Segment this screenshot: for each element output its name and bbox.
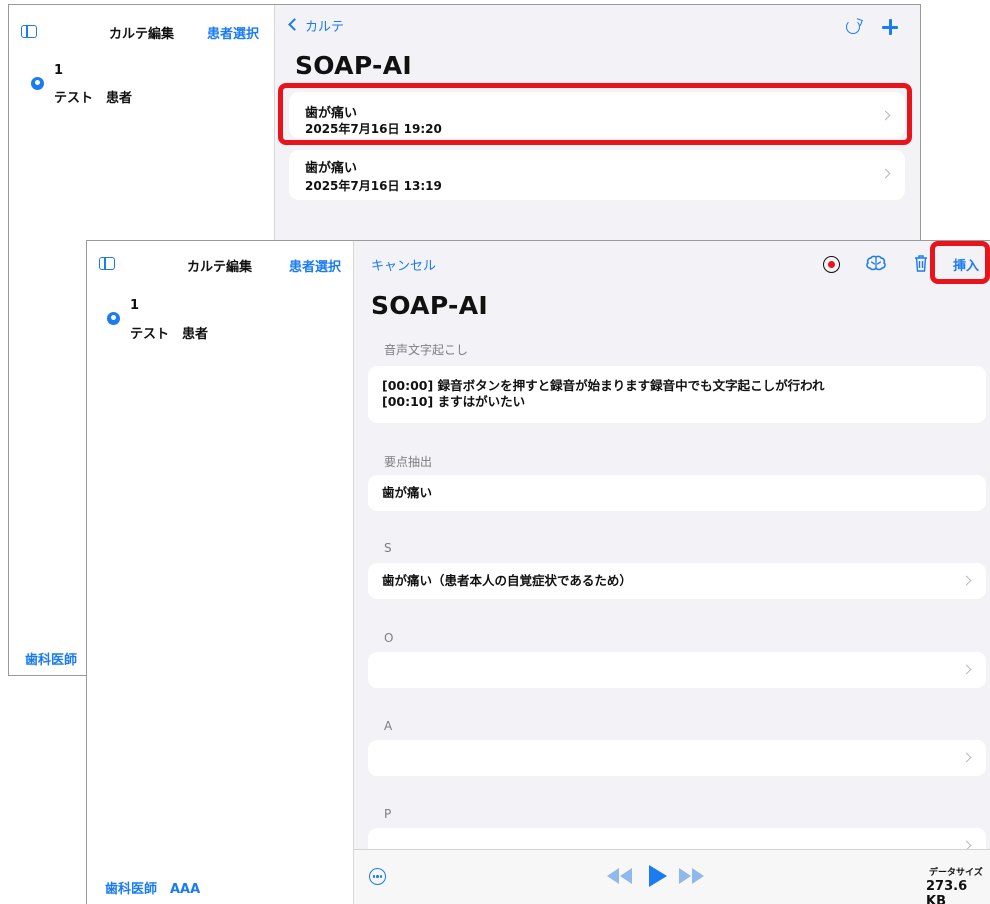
sidebar-title: カルテ編集 bbox=[187, 260, 253, 275]
playback-toolbar: データサイズ 273.6 KB bbox=[354, 849, 990, 904]
transcript-line: [00:00] 録音ボタンを押すと録音が始まります録音中でも文字起こしが行われ bbox=[382, 378, 825, 393]
chevron-right-icon bbox=[961, 575, 972, 586]
summary-field[interactable]: 歯が痛い bbox=[368, 475, 986, 511]
sidebar-title: カルテ編集 bbox=[109, 27, 175, 42]
front-main: キャンセル 挿入 SOAP-AI 音声文字起こし [00:00] 録音ボタンを押… bbox=[354, 241, 990, 904]
a-field[interactable] bbox=[368, 740, 986, 776]
sidebar-footer-doctor[interactable]: 歯科医師 bbox=[25, 649, 77, 668]
patient-name: テスト 患者 bbox=[54, 91, 133, 106]
data-size-label: データサイズ bbox=[929, 868, 983, 878]
chevron-right-icon bbox=[961, 752, 972, 763]
patient-select-button[interactable]: 患者選択 bbox=[207, 23, 259, 42]
a-label: A bbox=[384, 719, 393, 733]
record-title: 歯が痛い bbox=[305, 161, 358, 176]
page-title: SOAP-AI bbox=[371, 291, 488, 320]
highlight-insert-button bbox=[930, 241, 990, 284]
more-icon[interactable] bbox=[369, 868, 386, 885]
data-size-value: 273.6 KB bbox=[926, 879, 968, 904]
front-sidebar: カルテ編集 患者選択 1 テスト 患者 歯科医師 AAA bbox=[87, 241, 354, 904]
back-button[interactable]: カルテ bbox=[305, 16, 344, 35]
rewind-icon[interactable] bbox=[604, 868, 634, 884]
play-icon[interactable] bbox=[649, 865, 667, 887]
transcript-field[interactable]: [00:00] 録音ボタンを押すと録音が始まります録音中でも文字起こしが行われ … bbox=[368, 366, 986, 423]
sidebar-footer-doctor[interactable]: 歯科医師 AAA bbox=[105, 878, 200, 897]
s-value: 歯が痛い（患者本人の自覚症状であるため） bbox=[382, 573, 632, 588]
front-window: カルテ編集 患者選択 1 テスト 患者 歯科医師 AAA キャンセル 挿入 SO… bbox=[86, 240, 990, 904]
summary-label: 要点抽出 bbox=[384, 455, 433, 469]
cancel-button[interactable]: キャンセル bbox=[371, 255, 436, 274]
chevron-right-icon bbox=[880, 168, 891, 179]
o-label: O bbox=[384, 631, 394, 645]
patient-name: テスト 患者 bbox=[130, 327, 209, 342]
back-chevron-icon[interactable] bbox=[288, 18, 301, 31]
fast-forward-icon[interactable] bbox=[677, 868, 707, 884]
p-label: P bbox=[384, 807, 392, 821]
plus-icon[interactable] bbox=[882, 19, 898, 35]
patient-icon bbox=[107, 312, 120, 325]
patient-number: 1 bbox=[130, 298, 140, 313]
s-label: S bbox=[384, 541, 392, 555]
patient-number: 1 bbox=[54, 63, 64, 78]
highlight-first-record bbox=[278, 83, 912, 145]
transcript-line: [00:10] ますはがいたい bbox=[382, 394, 526, 409]
refresh-icon[interactable] bbox=[846, 20, 860, 34]
record-row[interactable]: 歯が痛い 2025年7月16日 13:19 bbox=[289, 150, 905, 200]
sidebar-toggle-icon[interactable] bbox=[99, 257, 115, 270]
patient-icon bbox=[31, 77, 44, 90]
patient-select-button[interactable]: 患者選択 bbox=[289, 256, 341, 275]
summary-value: 歯が痛い bbox=[382, 485, 433, 500]
transcript-label: 音声文字起こし bbox=[384, 343, 469, 357]
o-field[interactable] bbox=[368, 652, 986, 688]
record-icon[interactable] bbox=[823, 256, 840, 273]
sidebar-toggle-icon[interactable] bbox=[21, 25, 37, 38]
brain-icon[interactable] bbox=[865, 254, 887, 272]
chevron-right-icon bbox=[961, 664, 972, 675]
page-title: SOAP-AI bbox=[295, 51, 412, 80]
record-datetime: 2025年7月16日 13:19 bbox=[305, 179, 442, 193]
s-field[interactable]: 歯が痛い（患者本人の自覚症状であるため） bbox=[368, 563, 986, 599]
trash-icon[interactable] bbox=[914, 255, 928, 272]
